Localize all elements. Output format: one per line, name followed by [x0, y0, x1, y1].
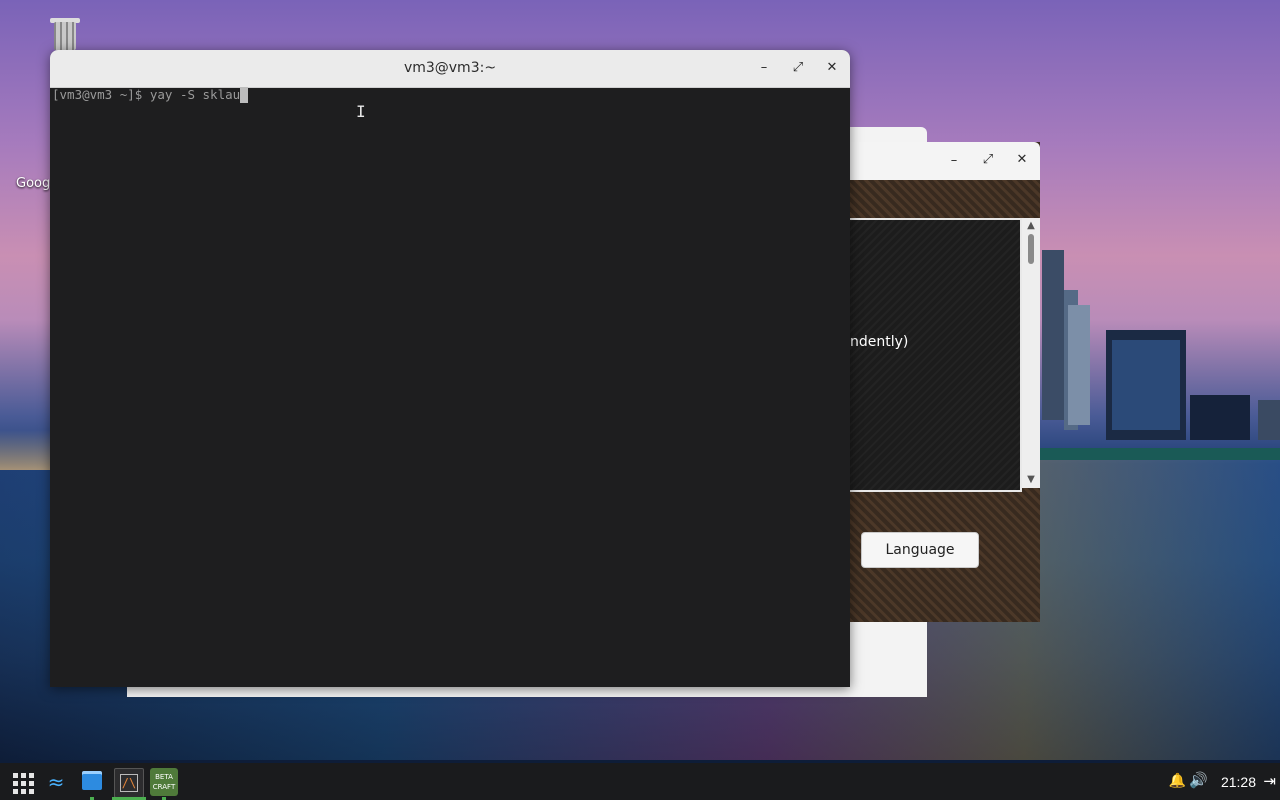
- betacraft-icon[interactable]: BETA CRAFT: [150, 768, 178, 796]
- game-panel-text: ndently): [850, 334, 909, 350]
- betacraft-label-top: BETA: [155, 773, 173, 781]
- konsole-glyph: /\: [120, 774, 138, 792]
- terminal-minimize-button[interactable]: –: [754, 58, 774, 78]
- terminal-close-button[interactable]: ✕: [822, 58, 842, 78]
- terminal-cursor: [240, 87, 249, 103]
- terminal-body[interactable]: [vm3@vm3 ~]$ yay -S sklau: [52, 87, 850, 687]
- game-launcher-window[interactable]: – ⤢ ✕ ndently) ▲ ▼ Language: [850, 142, 1040, 622]
- terminal-prompt: [vm3@vm3 ~]$: [52, 87, 150, 102]
- desktop-icon-label[interactable]: Goog: [16, 176, 50, 191]
- scroll-thumb[interactable]: [1028, 234, 1034, 264]
- clock[interactable]: 21:28: [1221, 774, 1256, 790]
- game-content-panel: [850, 218, 1022, 492]
- terminal-titlebar[interactable]: vm3@vm3:~ – ⤢ ✕: [50, 50, 850, 88]
- language-button[interactable]: Language: [861, 532, 979, 568]
- game-minimize-button[interactable]: –: [944, 151, 964, 171]
- terminal-maximize-button[interactable]: ⤢: [788, 58, 808, 78]
- konsole-icon[interactable]: /\: [114, 768, 144, 798]
- scroll-down-icon[interactable]: ▼: [1025, 475, 1037, 485]
- files-icon[interactable]: [78, 768, 106, 796]
- terminal-window[interactable]: vm3@vm3:~ – ⤢ ✕ [vm3@vm3 ~]$ yay -S skla…: [50, 50, 850, 687]
- terminal-command-line[interactable]: [vm3@vm3 ~]$ yay -S sklau: [52, 87, 249, 103]
- taskbar: ≈ /\ BETA CRAFT 🔔 🔊 21:28 ⇥: [0, 763, 1280, 800]
- apps-grid-icon[interactable]: [8, 768, 39, 799]
- notifications-bell-icon[interactable]: 🔔: [1169, 773, 1186, 789]
- logout-icon[interactable]: ⇥: [1263, 772, 1276, 790]
- terminal-title: vm3@vm3:~: [403, 60, 497, 76]
- game-titlebar[interactable]: – ⤢ ✕: [850, 142, 1040, 180]
- text-cursor-icon: I: [356, 102, 366, 121]
- scroll-up-icon[interactable]: ▲: [1025, 221, 1037, 231]
- game-scrollbar[interactable]: ▲ ▼: [1022, 218, 1040, 488]
- trash-icon[interactable]: [46, 16, 86, 52]
- game-close-button[interactable]: ✕: [1012, 150, 1032, 170]
- game-maximize-button[interactable]: ⤢: [978, 150, 998, 170]
- betacraft-label-bottom: CRAFT: [152, 783, 176, 791]
- terminal-command: yay -S sklau: [149, 87, 241, 102]
- wallpaper-skyline: [1040, 250, 1280, 460]
- volume-icon[interactable]: 🔊: [1189, 771, 1208, 789]
- dolphin-icon[interactable]: ≈: [42, 768, 70, 796]
